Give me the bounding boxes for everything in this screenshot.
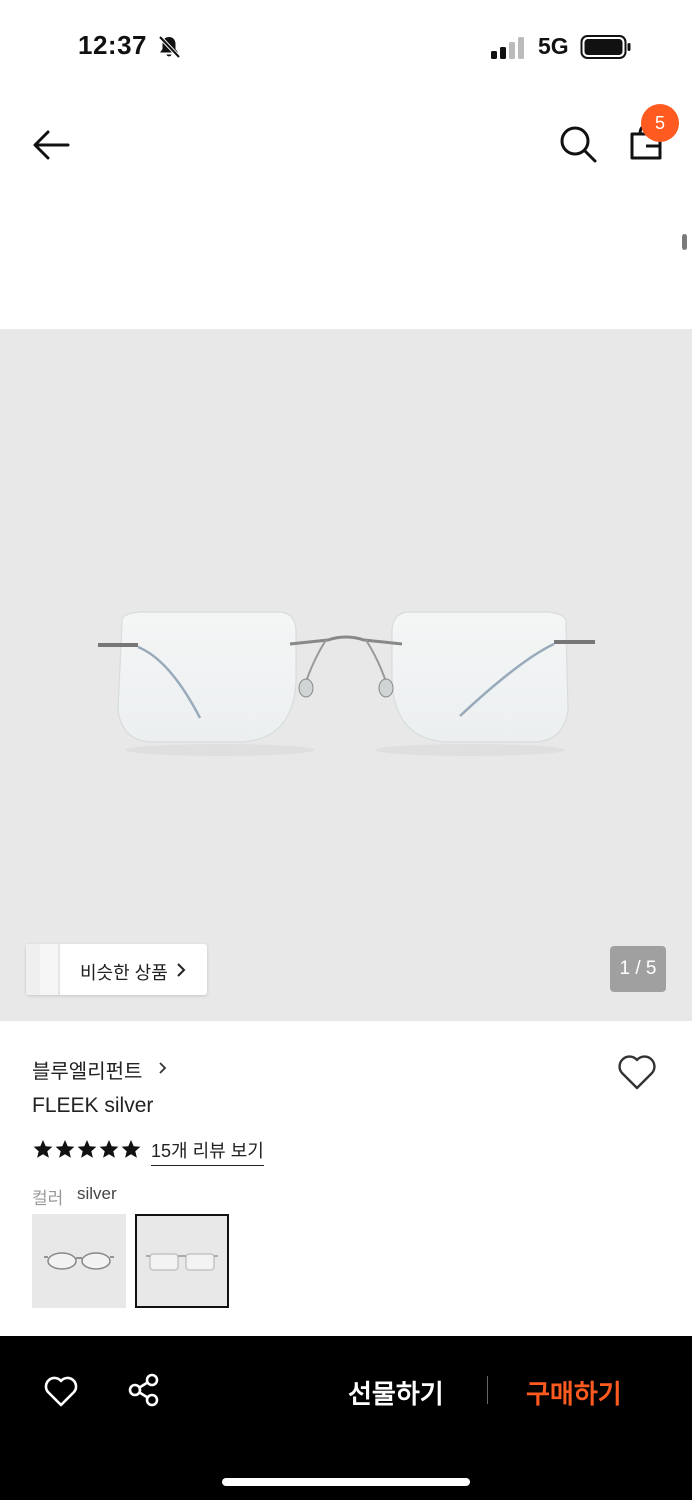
cart-count-badge: 5 <box>641 104 679 142</box>
home-indicator <box>222 1478 470 1486</box>
similar-thumb <box>40 944 60 995</box>
color-swatch-selected[interactable] <box>135 1214 229 1308</box>
gift-button[interactable]: 선물하기 <box>348 1374 444 1411</box>
bottom-action-bar <box>0 1336 692 1500</box>
signal-icon <box>491 37 524 59</box>
image-pager: 1 / 5 <box>610 946 666 992</box>
status-time: 12:37 <box>78 30 147 60</box>
scroll-indicator <box>682 234 687 250</box>
buy-button[interactable]: 구매하기 <box>526 1374 622 1411</box>
color-swatch[interactable] <box>32 1214 126 1308</box>
bell-muted-icon <box>158 35 181 59</box>
battery-icon <box>580 35 631 59</box>
chevron-right-icon <box>177 963 186 977</box>
color-label: 컬러 <box>32 1189 64 1208</box>
share-icon[interactable] <box>126 1372 162 1408</box>
wishlist-heart-icon[interactable] <box>614 1050 660 1094</box>
chevron-right-icon <box>159 1062 167 1074</box>
network-label: 5G <box>538 33 569 59</box>
back-arrow-icon[interactable] <box>28 122 74 168</box>
wishlist-heart-icon[interactable] <box>42 1372 80 1410</box>
divider <box>487 1376 488 1404</box>
similar-products-label: 비슷한 상품 <box>80 963 168 983</box>
rating-stars-icon <box>33 1140 141 1158</box>
similar-products-button[interactable]: 비슷한 상품 <box>26 944 207 995</box>
swatch-glasses-image <box>44 1252 114 1270</box>
brand-link[interactable]: 블루엘리펀트 <box>32 1055 142 1084</box>
color-value: silver <box>77 1184 117 1203</box>
review-link[interactable]: 15개 리뷰 보기 <box>151 1137 264 1166</box>
swatch-glasses-image <box>146 1253 218 1271</box>
product-name: FLEEK silver <box>32 1094 154 1117</box>
search-icon[interactable] <box>556 122 600 166</box>
product-glasses-image <box>98 611 595 756</box>
